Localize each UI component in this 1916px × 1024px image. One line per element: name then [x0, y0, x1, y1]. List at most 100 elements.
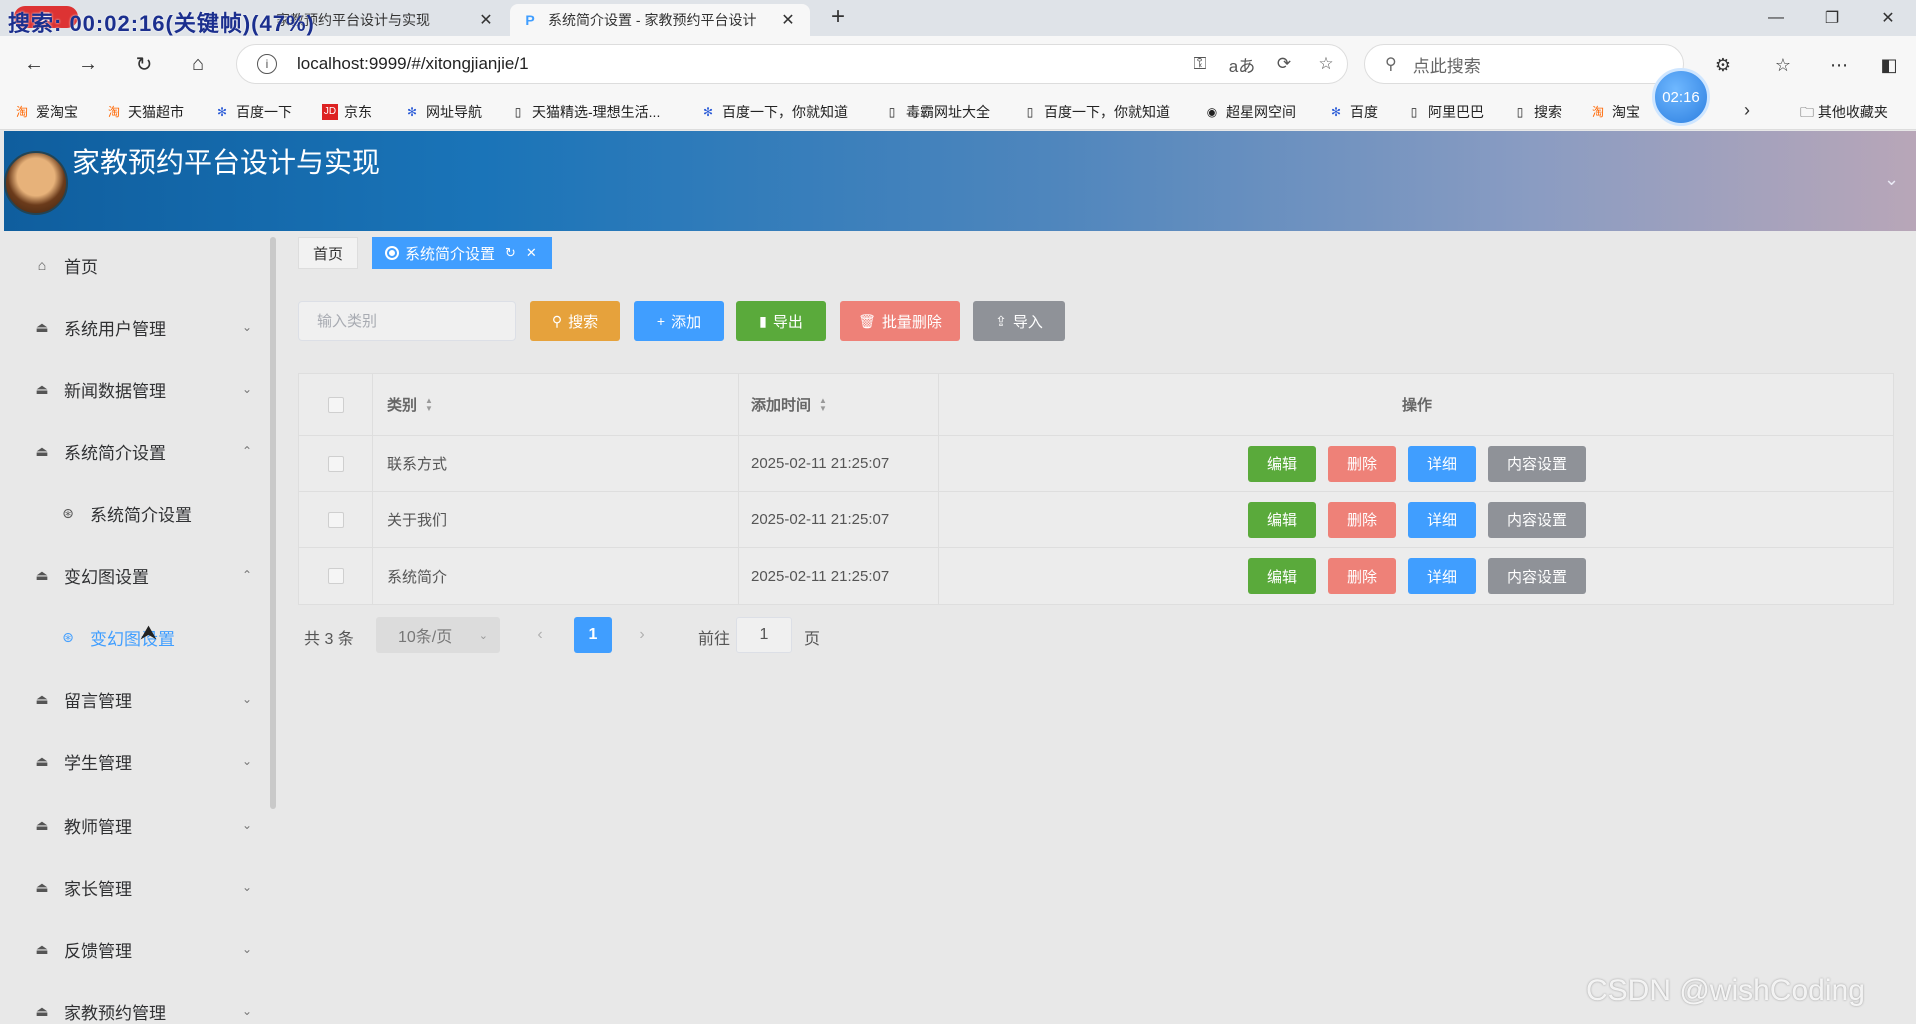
next-page-button[interactable]: ›: [624, 617, 660, 653]
sidebar-item-carousel[interactable]: ⏏ 变幻图设置 ⌃: [4, 551, 266, 599]
header-checkbox-cell: [299, 374, 373, 435]
batch-delete-button[interactable]: 🗑 批量删除: [840, 301, 960, 341]
detail-button[interactable]: 详细: [1408, 445, 1476, 482]
sidebar-item-bookings[interactable]: ⏏ 家教预约管理 ⌄: [4, 987, 266, 1024]
sidebar-item-students[interactable]: ⏏ 学生管理 ⌄: [4, 737, 266, 785]
delete-button[interactable]: 删除: [1328, 445, 1396, 482]
close-icon[interactable]: ✕: [476, 10, 496, 30]
edit-button[interactable]: 编辑: [1248, 558, 1316, 594]
sidebar-item-parents[interactable]: ⏏ 家长管理 ⌄: [4, 863, 266, 911]
key-icon[interactable]: ⚿: [1179, 54, 1221, 74]
content-settings-button[interactable]: 内容设置: [1488, 558, 1586, 594]
refresh-icon[interactable]: ↻: [128, 48, 160, 80]
row-checkbox[interactable]: [327, 568, 344, 584]
detail-button[interactable]: 详细: [1408, 501, 1476, 538]
prev-page-button[interactable]: ‹: [522, 617, 558, 653]
export-button[interactable]: ▮ 导出: [736, 301, 826, 341]
tab-home[interactable]: 首页: [298, 237, 359, 269]
info-icon[interactable]: i: [257, 54, 277, 74]
tab-system-intro[interactable]: 系统简介设置 ↻ ✕: [372, 237, 552, 269]
bookmark-item[interactable]: JD 京东: [322, 102, 372, 122]
url-text[interactable]: localhost:9999/#/xitongjianjie/1: [297, 54, 1179, 74]
edit-button[interactable]: 编辑: [1248, 445, 1316, 482]
bookmark-item[interactable]: ✻ 网址导航: [404, 102, 482, 122]
close-icon[interactable]: ✕: [778, 10, 798, 30]
bookmark-item[interactable]: 淘淘宝: [1590, 102, 1640, 122]
refresh-icon[interactable]: ↻: [505, 245, 516, 261]
chevron-down-icon[interactable]: ⌄: [1884, 169, 1899, 190]
row-checkbox[interactable]: [327, 455, 344, 472]
app-header: 家教预约平台设计与实现 ⌄: [4, 131, 1916, 231]
sidebar-subitem-system-intro[interactable]: ⊛ 系统简介设置: [4, 489, 266, 537]
search-button[interactable]: ⚲ 搜索: [530, 301, 620, 341]
close-icon[interactable]: ✕: [526, 245, 537, 261]
page-size-select[interactable]: 10条/页 ⌄: [376, 617, 500, 653]
minimize-button[interactable]: —: [1748, 0, 1804, 36]
back-arrow-icon[interactable]: ←: [18, 48, 50, 80]
goto-page-input[interactable]: [736, 617, 792, 653]
star-icon[interactable]: ☆: [1305, 54, 1347, 74]
sidebar-item-messages[interactable]: ⏏ 留言管理 ⌄: [4, 675, 266, 723]
sidebar-item-feedback[interactable]: ⏏ 反馈管理 ⌄: [4, 925, 266, 973]
content-settings-button[interactable]: 内容设置: [1488, 445, 1586, 482]
column-header-ops: 操作: [939, 374, 1895, 435]
import-button[interactable]: ⇪ 导入: [973, 301, 1065, 341]
chevron-down-icon: ⌄: [478, 629, 488, 642]
bookmark-item[interactable]: ✻ 百度一下，你就知道: [700, 102, 848, 122]
other-bookmarks[interactable]: 🗀 其他收藏夹: [1800, 102, 1888, 126]
more-icon[interactable]: ⋯: [1824, 50, 1854, 80]
category-search-input[interactable]: [298, 301, 516, 341]
browser-tab-2[interactable]: P 系统简介设置 - 家教预约平台设计 ✕: [510, 4, 810, 36]
current-page-button[interactable]: 1: [574, 617, 612, 653]
favorites-icon[interactable]: ☆: [1768, 50, 1798, 80]
delete-button[interactable]: 删除: [1328, 501, 1396, 538]
sidebar-subitem-carousel[interactable]: ⊛ 变幻图设置: [4, 613, 266, 661]
detail-button[interactable]: 详细: [1408, 558, 1476, 594]
bookmark-item[interactable]: 淘天猫超市: [106, 102, 184, 122]
bookmark-item[interactable]: ✻ 百度: [1328, 102, 1378, 122]
bookmark-item[interactable]: ▯ 百度一下，你就知道: [1022, 102, 1170, 122]
sidebar-item-home[interactable]: ⌂ 首页: [4, 241, 266, 289]
restore-button[interactable]: ❐: [1804, 0, 1860, 36]
content-settings-button[interactable]: 内容设置: [1488, 501, 1586, 538]
browser-search-box[interactable]: ⚲ 点此搜索: [1364, 44, 1684, 84]
read-aloud-icon[interactable]: aあ: [1221, 52, 1263, 77]
sidebar-item-teachers[interactable]: ⏏ 教师管理 ⌄: [4, 801, 266, 849]
sidebar-item-system-users[interactable]: ⏏ 系统用户管理 ⌄: [4, 303, 266, 351]
add-button[interactable]: + 添加: [634, 301, 724, 341]
search-placeholder: 点此搜索: [1412, 56, 1481, 76]
bookmark-item[interactable]: ▯ 毒霸网址大全: [884, 102, 990, 122]
chevron-down-icon: ⌄: [241, 754, 252, 768]
close-window-button[interactable]: ✕: [1860, 0, 1916, 36]
bowl-icon: ⏏: [35, 878, 49, 895]
new-tab-button[interactable]: +: [824, 4, 852, 32]
chevron-down-icon: ⌄: [241, 320, 252, 334]
taobao-icon: 淘: [15, 105, 28, 119]
bookmark-item[interactable]: ◉ 超星网空间: [1204, 102, 1296, 122]
sidebar-item-news[interactable]: ⏏ 新闻数据管理 ⌄: [4, 365, 266, 413]
select-all-checkbox[interactable]: [327, 396, 344, 413]
bookmark-item[interactable]: ✻ 百度一下: [214, 102, 292, 122]
edit-button[interactable]: 编辑: [1248, 501, 1316, 538]
chevron-right-icon[interactable]: ›: [1744, 100, 1750, 121]
table-row: 系统简介 2025-02-11 21:25:07 编辑 删除 详细 内容设置: [299, 548, 1893, 604]
table-header-row: 类别 ▲ ▼ 添加时间 ▲ ▼ 操作: [299, 374, 1893, 436]
forward-arrow-icon[interactable]: →: [72, 48, 104, 80]
bookmark-item[interactable]: ▯ 搜索: [1512, 102, 1562, 122]
bookmark-item[interactable]: 淘爱淘宝: [14, 102, 78, 122]
row-checkbox[interactable]: [327, 511, 344, 528]
column-header-type[interactable]: 类别 ▲ ▼: [373, 374, 739, 435]
sort-icon[interactable]: ▲ ▼: [425, 396, 433, 413]
extensions-icon[interactable]: ⚙: [1708, 50, 1738, 80]
bookmark-item[interactable]: ▯ 阿里巴巴: [1406, 102, 1484, 122]
sidebar-item-system-intro[interactable]: ⏏ 系统简介设置 ⌃: [4, 427, 266, 475]
sidebar-toggle-icon[interactable]: ◧: [1874, 50, 1904, 80]
sort-icon[interactable]: ▲ ▼: [819, 396, 827, 413]
delete-button[interactable]: 删除: [1328, 558, 1396, 594]
url-field[interactable]: i localhost:9999/#/xitongjianjie/1 ⚿ aあ …: [236, 44, 1348, 84]
column-header-time[interactable]: 添加时间 ▲ ▼: [739, 374, 939, 435]
home-icon[interactable]: ⌂: [182, 48, 214, 80]
bookmark-item[interactable]: ▯ 天猫精选-理想生活...: [510, 102, 661, 122]
mouse-cursor-icon: ⮝: [140, 622, 157, 644]
sync-icon[interactable]: ⟳: [1263, 54, 1305, 74]
